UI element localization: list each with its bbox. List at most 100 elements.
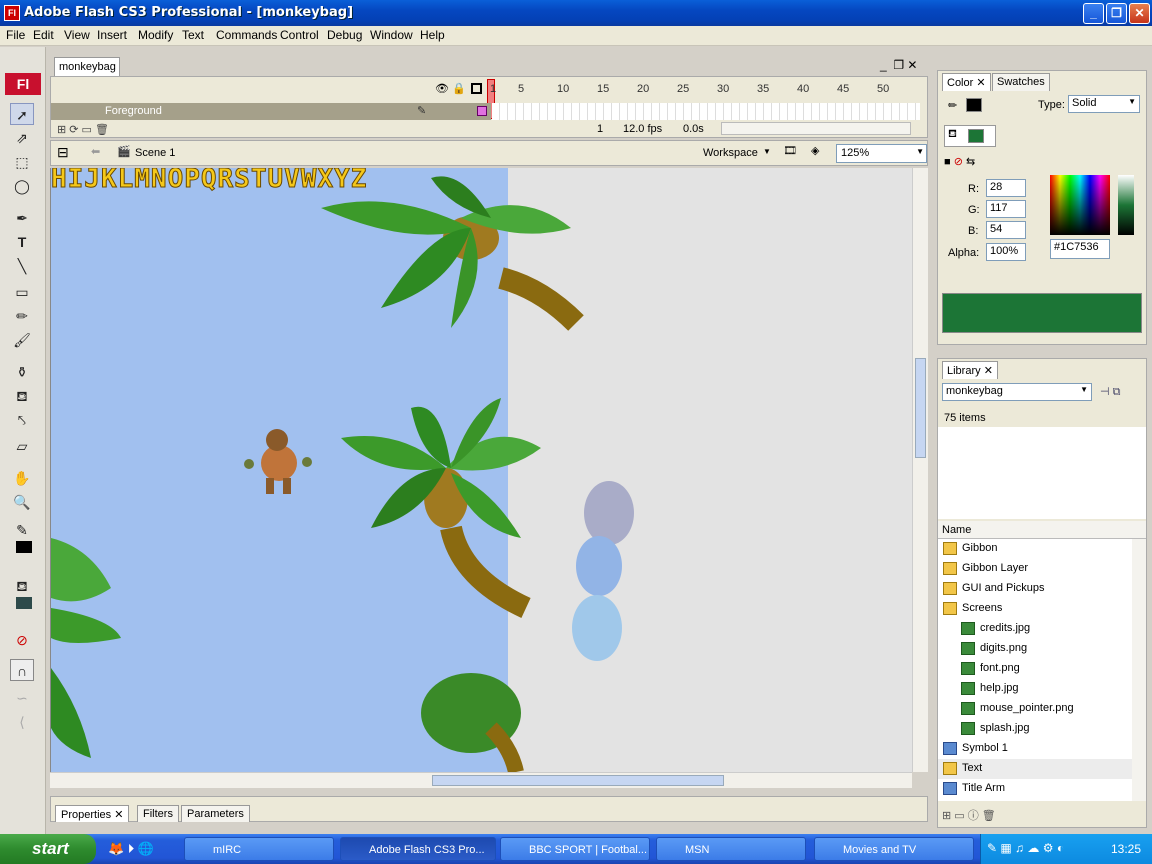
lasso-tool-icon[interactable]: ◯ bbox=[10, 175, 34, 197]
ink-bottle-tool-icon[interactable]: ⚱ bbox=[10, 361, 34, 383]
library-item[interactable]: GUI and Pickups bbox=[938, 579, 1133, 599]
close-icon[interactable]: ✕ bbox=[114, 809, 123, 821]
library-scrollbar[interactable] bbox=[1132, 539, 1146, 801]
stroke-color-icon[interactable]: ✎ bbox=[10, 519, 34, 541]
library-item[interactable]: Gibbon bbox=[938, 539, 1133, 559]
menu-commands[interactable]: Commands bbox=[216, 28, 277, 42]
pen-tool-icon[interactable]: ✒ bbox=[10, 207, 34, 229]
stage-vertical-scrollbar[interactable] bbox=[912, 168, 928, 772]
brush-tool-icon[interactable]: 🖌 bbox=[10, 329, 34, 351]
alpha-input[interactable]: 100% bbox=[986, 243, 1026, 261]
fill-color-swatch[interactable] bbox=[16, 597, 32, 609]
stage-horizontal-scrollbar[interactable] bbox=[50, 772, 912, 788]
task-flash[interactable]: Adobe Flash CS3 Pro... bbox=[340, 837, 496, 861]
library-item[interactable]: help.jpg bbox=[938, 679, 1133, 699]
library-item[interactable]: mouse_pointer.png bbox=[938, 699, 1133, 719]
menu-window[interactable]: Window bbox=[370, 28, 413, 42]
scene-label[interactable]: Scene 1 bbox=[135, 147, 175, 159]
fill-swatch[interactable] bbox=[968, 129, 984, 143]
stroke-swatch[interactable] bbox=[966, 98, 982, 112]
task-mirc[interactable]: mIRC bbox=[184, 837, 334, 861]
close-icon[interactable]: ✕ bbox=[976, 77, 985, 89]
snap-magnet-icon[interactable]: ∩ bbox=[10, 659, 34, 681]
menu-modify[interactable]: Modify bbox=[138, 28, 173, 42]
tab-swatches[interactable]: Swatches bbox=[992, 73, 1050, 91]
menu-control[interactable]: Control bbox=[280, 28, 319, 42]
layer-controls-icon[interactable]: ⊞ ⟳ ▭ 🗑 bbox=[57, 123, 109, 136]
library-item[interactable]: Gibbon Layer bbox=[938, 559, 1133, 579]
close-button[interactable]: ✕ bbox=[1129, 3, 1150, 24]
library-item[interactable]: Text bbox=[938, 759, 1133, 779]
type-select[interactable]: Solid ▼ bbox=[1068, 95, 1140, 113]
column-header[interactable]: Name bbox=[938, 521, 1146, 539]
free-transform-tool-icon[interactable]: ⬚ bbox=[10, 151, 34, 173]
start-button[interactable]: start bbox=[0, 834, 96, 864]
task-movies-tv[interactable]: Movies and TV bbox=[814, 837, 974, 861]
scroll-thumb[interactable] bbox=[432, 775, 724, 786]
hand-tool-icon[interactable]: ✋ bbox=[10, 467, 34, 489]
document-window-controls[interactable]: _ ❐ ✕ bbox=[880, 58, 918, 72]
task-bbc-sport[interactable]: BBC SPORT | Footbal... bbox=[500, 837, 650, 861]
pencil-tool-icon[interactable]: ✏ bbox=[10, 305, 34, 327]
library-item[interactable]: font.png bbox=[938, 659, 1133, 679]
library-item[interactable]: Title Arm bbox=[938, 779, 1133, 799]
pin-library-icon[interactable]: ⊣ ⧉ bbox=[1100, 385, 1121, 399]
library-item[interactable]: Symbol 1 bbox=[938, 739, 1133, 759]
smooth-icon[interactable]: ∽ bbox=[10, 687, 34, 709]
zoom-select[interactable]: 125% ▼ bbox=[836, 144, 927, 163]
tab-color[interactable]: Color ✕ bbox=[942, 73, 991, 91]
tray-icons[interactable]: ✎ ▦ ♫ ☁ ⚙ ◐ bbox=[987, 841, 1064, 855]
stage[interactable]: HIJKLMNOPQRSTUVWXYZ bbox=[50, 168, 912, 772]
g-input[interactable]: 117 bbox=[986, 200, 1026, 218]
line-tool-icon[interactable]: ╲ bbox=[10, 255, 34, 277]
tab-filters[interactable]: Filters bbox=[137, 805, 179, 822]
zoom-tool-icon[interactable]: 🔍 bbox=[10, 491, 34, 513]
fill-color-icon[interactable]: ⛾ bbox=[10, 575, 34, 597]
brightness-slider[interactable] bbox=[1118, 175, 1134, 235]
workspace-menu[interactable]: Workspace bbox=[703, 147, 758, 159]
menu-view[interactable]: View bbox=[64, 28, 90, 42]
library-item[interactable]: Screens bbox=[938, 599, 1133, 619]
selection-tool-icon[interactable]: ➚ bbox=[10, 103, 34, 125]
stroke-color-swatch[interactable] bbox=[16, 541, 32, 553]
straighten-icon[interactable]: ⟨ bbox=[10, 711, 34, 733]
eraser-tool-icon[interactable]: ▱ bbox=[10, 435, 34, 457]
eyedropper-tool-icon[interactable]: ⤣ bbox=[10, 409, 34, 431]
no-color-icon[interactable]: ⊘ bbox=[10, 629, 34, 651]
close-icon[interactable]: ✕ bbox=[984, 365, 993, 377]
tab-properties[interactable]: Properties ✕ bbox=[55, 805, 130, 822]
maximize-button[interactable]: ❐ bbox=[1106, 3, 1127, 24]
quick-launch-icons[interactable]: 🦊 ⏵ 🌐 bbox=[108, 841, 154, 857]
minimize-button[interactable]: _ bbox=[1083, 3, 1104, 24]
subselection-tool-icon[interactable]: ⇗ bbox=[10, 127, 34, 149]
back-arrow-icon[interactable]: ⬅ bbox=[91, 145, 100, 158]
menu-insert[interactable]: Insert bbox=[97, 28, 127, 42]
frame-rate[interactable]: 12.0 fps bbox=[623, 123, 662, 135]
scroll-thumb[interactable] bbox=[915, 358, 926, 458]
b-input[interactable]: 54 bbox=[986, 221, 1026, 239]
tab-library[interactable]: Library ✕ bbox=[942, 361, 998, 379]
menu-edit[interactable]: Edit bbox=[33, 28, 54, 42]
library-item[interactable]: digits.png bbox=[938, 639, 1133, 659]
menu-help[interactable]: Help bbox=[420, 28, 445, 42]
text-tool-icon[interactable]: T bbox=[10, 231, 34, 253]
timeline-toggle-icon[interactable]: ⊟ bbox=[57, 144, 69, 161]
frame-cells[interactable] bbox=[492, 103, 920, 120]
task-msn[interactable]: MSN bbox=[656, 837, 806, 861]
swap-colors-icon[interactable]: ■ ⊘ ⇆ bbox=[944, 155, 975, 168]
rectangle-tool-icon[interactable]: ▭ bbox=[10, 281, 34, 303]
hex-input[interactable]: #1C7536 bbox=[1050, 239, 1110, 259]
library-toolbar-icons[interactable]: ⊞ ▭ ⓘ 🗑 bbox=[942, 807, 996, 823]
menu-file[interactable]: File bbox=[6, 28, 25, 42]
library-select[interactable]: monkeybag ▼ bbox=[942, 383, 1092, 401]
menu-debug[interactable]: Debug bbox=[327, 28, 362, 42]
edit-symbols-icon[interactable]: ◈ bbox=[811, 144, 819, 157]
document-tab[interactable]: monkeybag bbox=[54, 57, 120, 76]
tab-parameters[interactable]: Parameters bbox=[181, 805, 250, 822]
color-spectrum[interactable] bbox=[1050, 175, 1110, 235]
edit-scene-icon[interactable]: 🎞 bbox=[783, 144, 797, 157]
layer-color-icon[interactable] bbox=[477, 106, 487, 116]
timeline-hscrollbar[interactable] bbox=[721, 122, 911, 135]
paint-bucket-tool-icon[interactable]: ⛾ bbox=[10, 385, 34, 407]
layer-row-foreground[interactable]: Foreground ✎ bbox=[51, 103, 491, 120]
